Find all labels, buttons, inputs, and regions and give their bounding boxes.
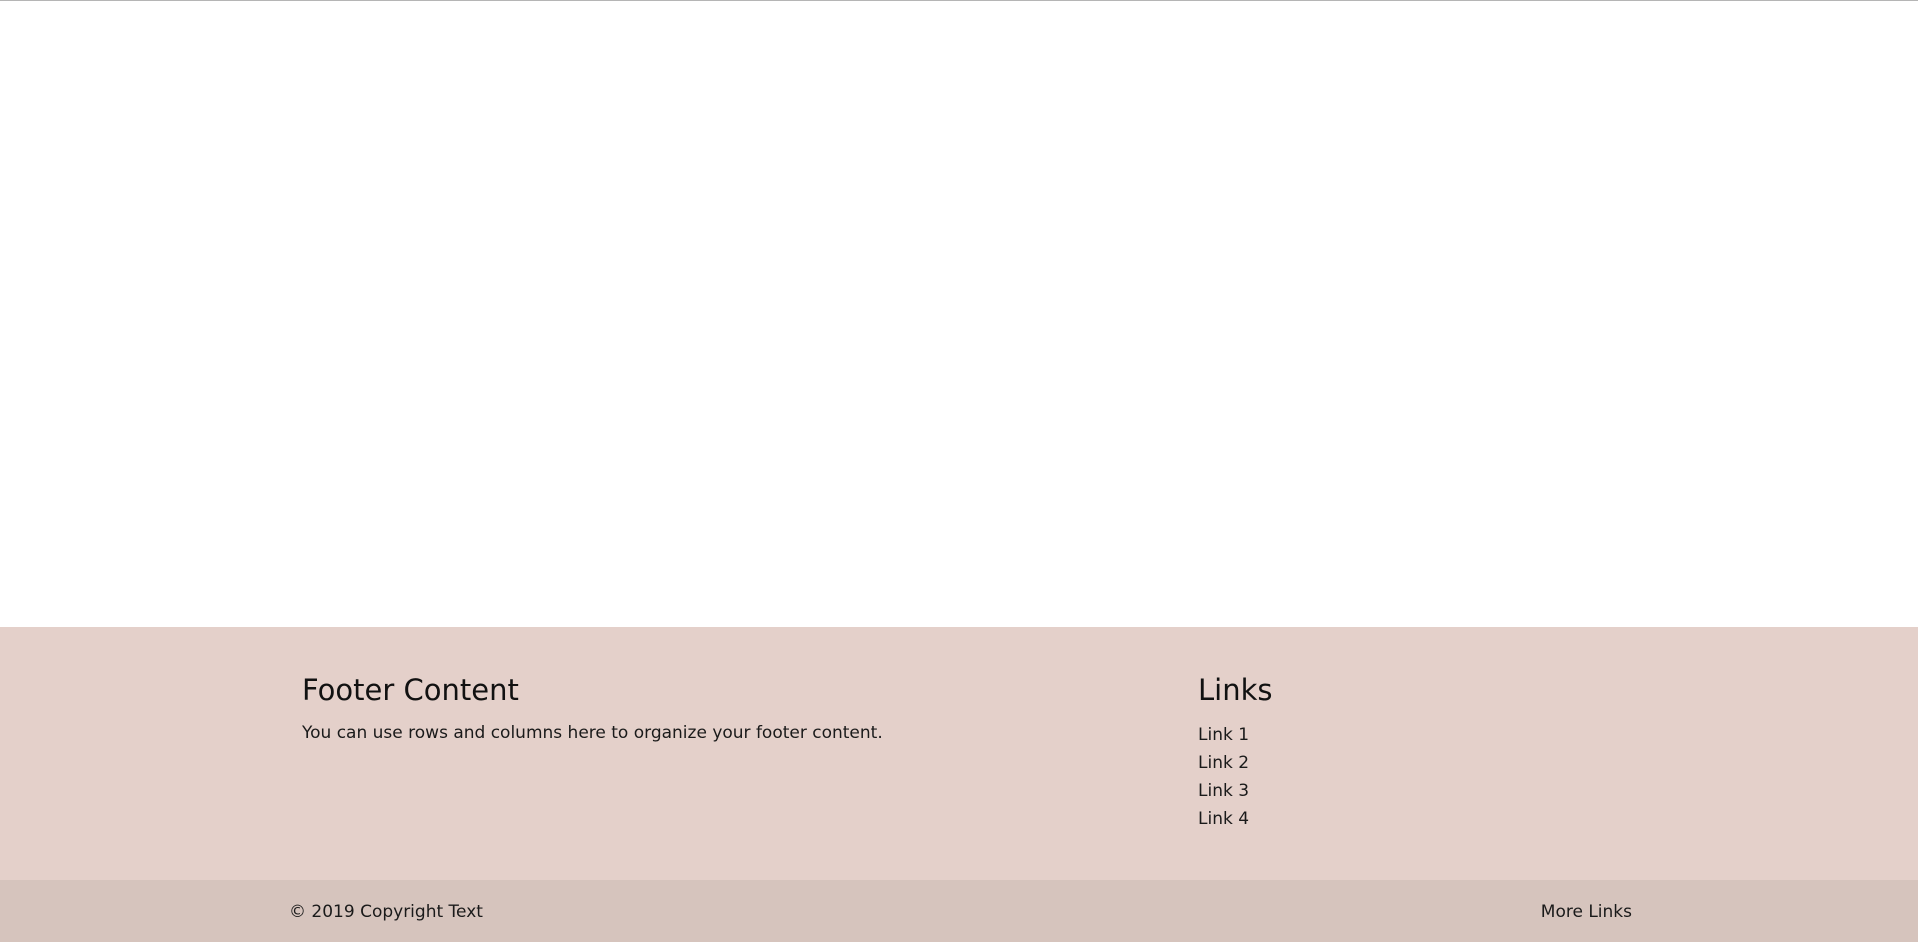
footer-content-text: You can use rows and columns here to org… — [302, 723, 883, 743]
footer-link-item: Link 2 — [1198, 749, 1598, 777]
footer-links-list: Link 1 Link 2 Link 3 Link 4 — [1198, 721, 1598, 833]
footer: Footer Content You can use rows and colu… — [0, 627, 1918, 880]
footer-links-column: Links Link 1 Link 2 Link 3 Link 4 — [1198, 672, 1598, 833]
footer-link-item: Link 4 — [1198, 805, 1598, 833]
footer-link-2[interactable]: Link 2 — [1198, 753, 1249, 773]
copyright-text: © 2019 Copyright Text — [289, 902, 483, 922]
page: Footer Content You can use rows and colu… — [0, 0, 1918, 942]
footer-link-item: Link 3 — [1198, 777, 1598, 805]
more-links-link[interactable]: More Links — [1541, 900, 1632, 924]
footer-copyright-bar: © 2019 Copyright Text More Links — [0, 880, 1918, 942]
footer-content-column: Footer Content You can use rows and colu… — [302, 672, 1002, 745]
footer-link-1[interactable]: Link 1 — [1198, 725, 1249, 745]
footer-content-heading: Footer Content — [302, 673, 519, 707]
main-content-area — [0, 2, 1918, 627]
footer-link-item: Link 1 — [1198, 721, 1598, 749]
footer-link-4[interactable]: Link 4 — [1198, 809, 1249, 829]
footer-link-3[interactable]: Link 3 — [1198, 781, 1249, 801]
footer-links-heading: Links — [1198, 673, 1273, 707]
